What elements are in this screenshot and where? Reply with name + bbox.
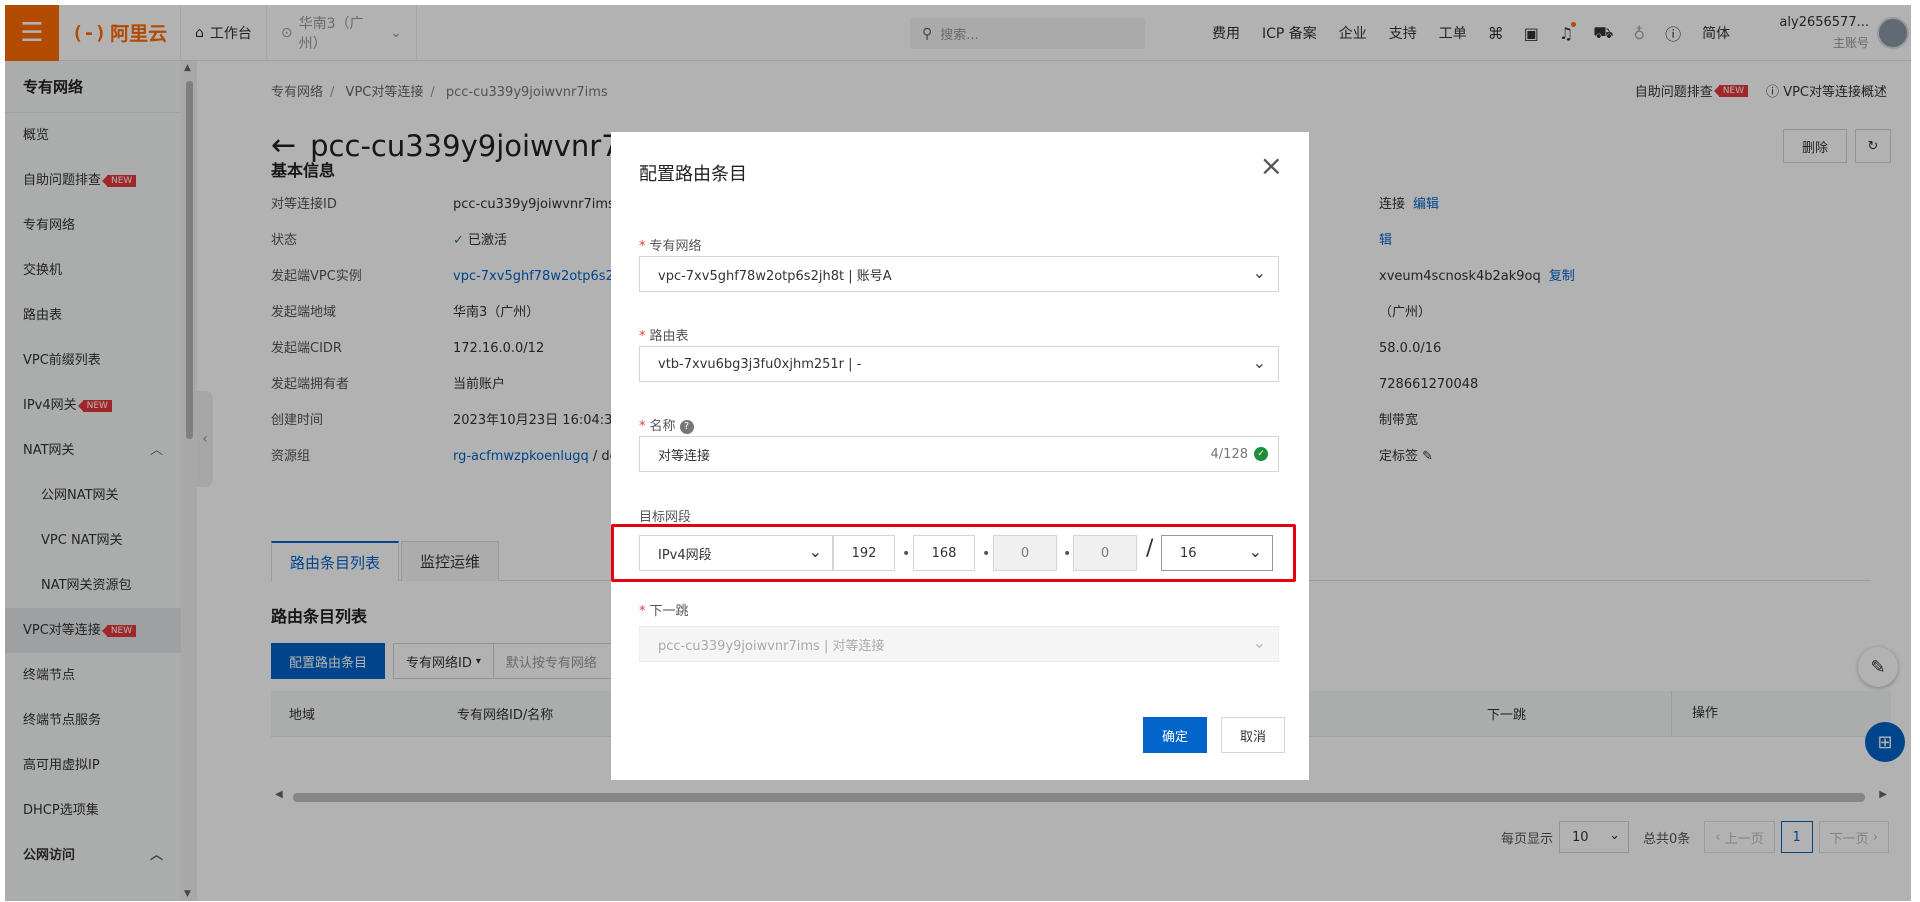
ip-dot: • [902,546,911,562]
route-table-select[interactable]: vtb-7xvu6bg3j3fu0xjhm251r | - ⌄ [639,346,1279,382]
chevron-down-icon: ⌄ [1252,353,1266,372]
mask-value: 16 [1180,545,1197,561]
chevron-down-icon: ⌄ [1248,542,1262,561]
vpc-select-value: vpc-7xv5ghf78w2otp6s2jh8t | 账号A [658,268,892,284]
valid-check-icon: ✓ [1254,447,1268,461]
ip-octet-3[interactable]: 0 [993,535,1057,571]
nexthop-select: pcc-cu339y9joiwvnr7ims | 对等连接 ⌄ [639,626,1279,662]
chevron-down-icon: ⌄ [1252,633,1266,652]
cidr-label: 目标网段 [639,510,692,525]
dialog-title: 配置路由条目 [639,164,747,185]
nexthop-label-text: 下一跳 [649,604,689,619]
ip-octet-2[interactable]: 168 [913,535,975,571]
cidr-type-select[interactable]: IPv4网段 ⌄ [639,535,833,571]
cidr-type-value: IPv4网段 [658,547,712,563]
ip-octet-1[interactable]: 192 [833,535,895,571]
name-input[interactable]: 对等连接 4/128 ✓ [639,436,1279,472]
close-icon[interactable]: × [1260,152,1283,180]
ip-octet-4[interactable]: 0 [1073,535,1137,571]
vpc-label: * 专有网络 [639,239,702,254]
name-label-text: 名称 [649,419,676,434]
vpc-select[interactable]: vpc-7xv5ghf78w2otp6s2jh8t | 账号A ⌄ [639,256,1279,292]
vpc-label-text: 专有网络 [649,239,702,254]
app-window: ☰ (-) 阿里云 ⌂ 工作台 ⊙ 华南3（广州） ⌄ ⚲ 搜索... 费用 ICP 备案… [5,5,1911,901]
ip-dot: • [1063,546,1072,562]
cancel-button[interactable]: 取消 [1221,717,1285,753]
mask-select[interactable]: 16 ⌄ [1161,535,1273,571]
route-table-value: vtb-7xvu6bg3j3fu0xjhm251r | - [658,356,862,372]
chevron-down-icon: ⌄ [808,542,822,561]
nexthop-value: pcc-cu339y9joiwvnr7ims | 对等连接 [658,638,885,654]
char-counter: 4/128 [1210,446,1248,462]
chevron-down-icon: ⌄ [1252,263,1266,282]
mask-slash: / [1146,536,1154,561]
question-icon[interactable]: ? [679,419,694,434]
route-entry-dialog: 配置路由条目 × * 专有网络 vpc-7xv5ghf78w2otp6s2jh8t… [611,132,1309,780]
name-label: * 名称? [639,415,694,434]
confirm-button[interactable]: 确定 [1143,717,1207,753]
name-input-value: 对等连接 [658,448,711,464]
ip-dot: • [982,546,991,562]
route-table-label-text: 路由表 [649,329,689,344]
nexthop-label: * 下一跳 [639,604,689,619]
route-table-label: * 路由表 [639,329,689,344]
